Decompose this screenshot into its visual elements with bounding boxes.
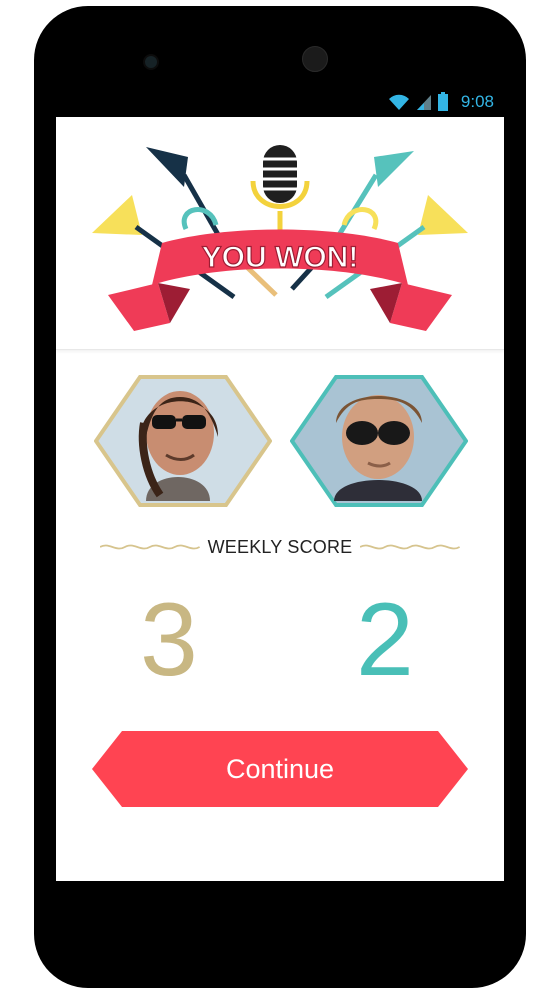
wave-divider-right: [360, 544, 460, 550]
weekly-score-label: WEEKLY SCORE: [207, 536, 353, 557]
battery-icon: [437, 92, 448, 111]
status-time: 9:08: [460, 92, 494, 111]
front-camera: [143, 54, 159, 70]
continue-button[interactable]: Continue: [92, 731, 468, 807]
earpiece-speaker: [302, 46, 328, 72]
banner-title: YOU WON!: [202, 241, 359, 274]
app-screen: YOU WON! WEEKLY SCORE 3 2 Continue: [56, 117, 504, 881]
wifi-icon: [388, 94, 409, 110]
right-player-score: 2: [356, 582, 414, 698]
weekly-score-header: WEEKLY SCORE: [100, 533, 460, 561]
signal-icon: [416, 95, 431, 110]
left-player-score: 3: [140, 582, 198, 698]
status-bar: 9:08: [56, 87, 504, 117]
wave-divider-left: [100, 544, 200, 550]
avatar-left[interactable]: [94, 375, 272, 507]
avatar-right[interactable]: [290, 375, 468, 507]
microphone-icon: [250, 145, 310, 231]
win-banner: YOU WON!: [56, 117, 504, 350]
